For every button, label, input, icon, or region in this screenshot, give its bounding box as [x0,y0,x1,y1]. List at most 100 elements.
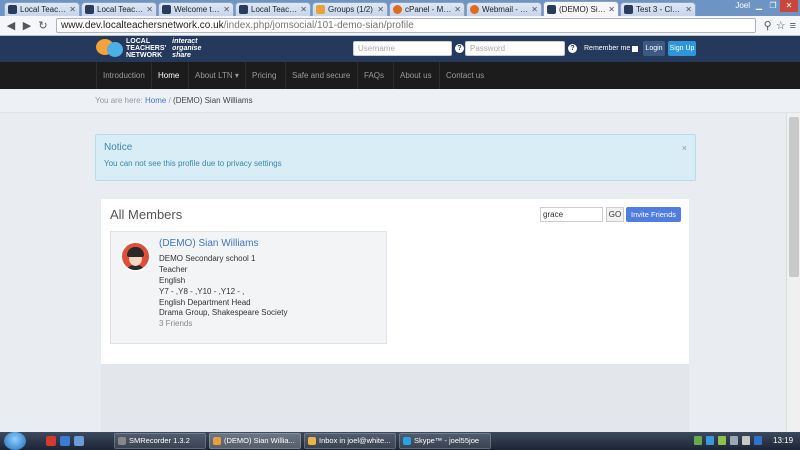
tray-icon[interactable] [754,436,762,445]
member-groups: Drama Group, Shakespeare Society [159,308,288,317]
avatar[interactable] [120,241,151,272]
network-icon[interactable] [730,436,738,445]
menu-icon[interactable]: ≡ [790,20,796,32]
page-scrollbar[interactable] [786,113,800,433]
taskbar-item[interactable]: SMRecorder 1.3.2 [114,433,206,449]
zoom-icon[interactable]: ⚲ [764,19,772,32]
taskbar-item[interactable]: Inbox in joel@white... [304,433,396,449]
speech-bubbles-icon [96,37,124,59]
system-tray [694,436,766,445]
tray-icon[interactable] [718,436,726,445]
skype-icon [403,437,411,445]
notice-text: You can not see this profile due to priv… [104,159,282,168]
help-icon[interactable]: ? [568,44,577,53]
ltn-icon [8,5,17,14]
member-position: English Department Head [159,298,251,307]
invite-friends-button[interactable]: Invite Friends [626,207,681,222]
mail-icon [308,437,316,445]
browser-tab[interactable]: Local Teachers✕ [81,2,157,16]
breadcrumb-current: (DEMO) Sian Williams [173,96,253,105]
remember-me-checkbox[interactable] [632,45,639,52]
taskbar-item[interactable]: (DEMO) Sian Willia... [209,433,301,449]
scrollbar-thumb[interactable] [789,117,799,277]
back-icon[interactable]: ◀ [4,19,18,32]
nav-about-ltn[interactable]: About LTN ▾ [188,62,245,89]
address-bar[interactable]: www.dev.localteachersnetwork.co.uk/index… [56,18,756,33]
browser-tab-strip: Local Teachers✕ Local Teachers✕ Welcome … [0,0,800,16]
ltn-icon [547,4,556,14]
close-icon[interactable]: ✕ [531,5,538,14]
member-search-input[interactable]: grace [540,207,603,222]
tray-icon[interactable] [694,436,702,445]
group-icon [316,5,325,14]
members-title: All Members [110,207,183,222]
volume-icon[interactable] [742,436,750,445]
browser-tab[interactable]: Test 3 - Close ✕ [620,2,696,16]
content-lower-area [101,364,689,432]
help-icon[interactable]: ? [455,44,464,53]
close-icon[interactable]: × [682,143,687,153]
nav-about-us[interactable]: About us [393,62,438,89]
reload-icon[interactable]: ↻ [36,19,50,32]
recorder-icon [118,437,126,445]
window-close-icon[interactable]: ✕ [780,0,798,12]
close-icon[interactable]: ✕ [685,5,692,14]
breadcrumb-home-link[interactable]: Home [145,96,166,105]
browser-user-label[interactable]: Joel [735,1,750,10]
browser-tab[interactable]: Local Teachers✕ [235,2,311,16]
close-icon[interactable]: ✕ [146,5,153,14]
nav-faqs[interactable]: FAQs [357,62,390,89]
close-icon[interactable]: ✕ [223,5,230,14]
start-button[interactable] [4,432,26,450]
breadcrumb: You are here: Home / (DEMO) Sian William… [95,96,253,105]
tray-icon[interactable] [706,436,714,445]
password-input[interactable]: Password [465,41,565,56]
clock[interactable]: 13:19 [773,436,793,445]
member-friends-count[interactable]: 3 Friends [159,319,192,328]
site-logo[interactable]: LOCAL TEACHERS' NETWORK interact organis… [96,37,201,59]
notice-title: Notice [104,142,133,153]
taskbar-item[interactable]: Skype™ - joel55joe [399,433,491,449]
ltn-icon [162,5,171,14]
browser-tab[interactable]: Local Teachers✕ [4,2,80,16]
browser-tab[interactable]: cPanel - Main ✕ [389,2,465,16]
bookmark-star-icon[interactable]: ☆ [776,19,786,32]
close-icon[interactable]: ✕ [608,5,615,14]
windows-taskbar: SMRecorder 1.3.2 (DEMO) Sian Willia... I… [0,432,800,450]
browser-tab-active[interactable]: (DEMO) Sian W✕ [543,1,619,16]
chrome-icon [213,437,221,445]
main-nav: Introduction Home About LTN ▾ Pricing Sa… [0,62,800,89]
remember-me: Remember me [584,45,639,52]
close-icon[interactable]: ✕ [454,5,461,14]
close-icon[interactable]: ✕ [377,5,384,14]
login-button[interactable]: Login [643,41,665,56]
cpanel-icon [470,5,479,14]
quick-launch-icon[interactable] [74,436,84,446]
quick-launch-icon[interactable] [60,436,70,446]
close-icon[interactable]: ✕ [300,5,307,14]
username-input[interactable]: Username [353,41,452,56]
browser-tab[interactable]: Webmail - Ma ✕ [466,2,542,16]
members-panel: All Members grace GO Invite Friends (DEM… [101,199,689,364]
browser-tab[interactable]: Groups (1/2) ✕ [312,2,388,16]
nav-home[interactable]: Home [151,62,185,89]
close-icon[interactable]: ✕ [69,5,76,14]
ltn-icon [624,5,633,14]
ltn-icon [239,5,248,14]
signup-button[interactable]: Sign Up [668,41,696,56]
quick-launch-icon[interactable] [46,436,56,446]
nav-pricing[interactable]: Pricing [245,62,282,89]
nav-contact-us[interactable]: Contact us [439,62,490,89]
search-go-button[interactable]: GO [606,207,624,222]
maximize-icon[interactable]: ❐ [766,0,780,12]
breadcrumb-bar: You are here: Home / (DEMO) Sian William… [0,89,800,113]
minimize-icon[interactable]: ▁ [752,0,766,12]
forward-icon[interactable]: ▶ [20,19,34,32]
privacy-notice: Notice You can not see this profile due … [95,134,696,181]
member-name-link[interactable]: (DEMO) Sian Williams [159,238,258,249]
nav-introduction[interactable]: Introduction [96,62,151,89]
browser-tab[interactable]: Welcome to L ✕ [158,2,234,16]
nav-safe-and-secure[interactable]: Safe and secure [285,62,356,89]
member-card: (DEMO) Sian Williams DEMO Secondary scho… [110,231,387,344]
browser-toolbar: ◀ ▶ ↻ www.dev.localteachersnetwork.co.uk… [0,16,800,36]
